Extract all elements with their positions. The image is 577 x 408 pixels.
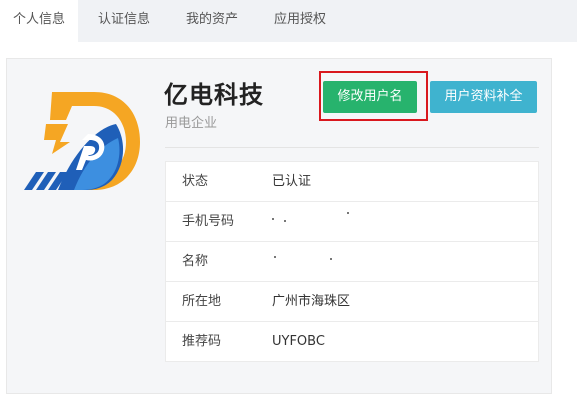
tab-personal-info[interactable]: 个人信息 [0,0,78,42]
row-label: 推荐码 [182,334,222,349]
redaction-mark [330,258,332,260]
redaction-mark [272,218,274,220]
company-type: 用电企业 [165,116,218,131]
row-label: 手机号码 [182,214,235,229]
edit-username-button[interactable]: 修改用户名 [323,81,417,113]
row-label: 所在地 [182,294,222,309]
info-row-location: 所在地 广州市海珠区 [166,282,538,322]
redaction-mark [284,220,286,222]
complete-profile-button[interactable]: 用户资料补全 [430,81,537,113]
row-value: 广州市海珠区 [272,294,351,309]
info-row-status: 状态 已认证 [166,162,538,202]
profile-panel: 亿电科技 用电企业 修改用户名 用户资料补全 状态 已认证 手机号码 名称 所在… [6,58,552,394]
divider [165,147,539,148]
row-value: UYFOBC [272,334,325,349]
tab-bar: 个人信息 认证信息 我的资产 应用授权 [0,0,577,42]
info-row-referral-code: 推荐码 UYFOBC [166,322,538,361]
tab-my-assets[interactable]: 我的资产 [168,0,256,42]
yidian-logo-icon [24,92,140,190]
redaction-mark [274,256,276,258]
row-value: 已认证 [272,174,312,189]
tab-certification-info[interactable]: 认证信息 [80,0,168,42]
redaction-mark [347,212,349,214]
tab-app-authorization[interactable]: 应用授权 [256,0,344,42]
row-label: 名称 [182,254,209,269]
info-row-name: 名称 [166,242,538,282]
info-table: 状态 已认证 手机号码 名称 所在地 广州市海珠区 推荐码 UYFOBC [165,161,539,362]
company-name: 亿电科技 [164,81,264,109]
info-row-phone: 手机号码 [166,202,538,242]
row-label: 状态 [182,174,209,189]
